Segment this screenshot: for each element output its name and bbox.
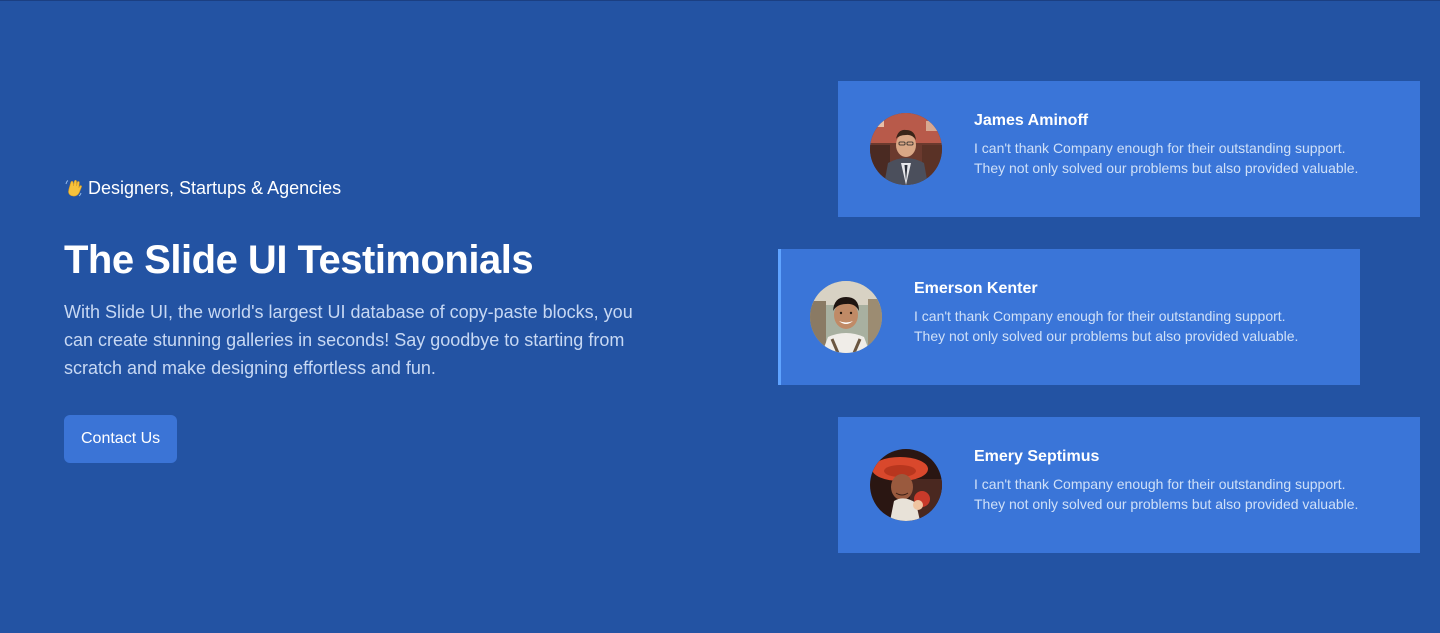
top-border (0, 0, 1440, 1)
eyebrow: Designers, Startups & Agencies (64, 176, 684, 200)
avatar (810, 281, 882, 353)
quote-line: I can't thank Company enough for their o… (974, 140, 1346, 156)
contact-us-button[interactable]: Contact Us (64, 415, 178, 463)
testimonial-quote: I can't thank Company enough for their o… (914, 306, 1334, 346)
testimonial-body: Emerson Kenter I can't thank Company eno… (914, 278, 1334, 346)
testimonial-card-emerson-kenter[interactable]: Emerson Kenter I can't thank Company eno… (778, 249, 1360, 385)
waving-hand-icon (64, 178, 84, 198)
testimonial-card-james-aminoff[interactable]: James Aminoff I can't thank Company enou… (838, 81, 1420, 217)
hero-description: With Slide UI, the world's largest UI da… (64, 302, 633, 378)
testimonial-quote: I can't thank Company enough for their o… (974, 474, 1394, 514)
quote-line: They not only solved our problems but al… (974, 496, 1359, 512)
testimonial-body: James Aminoff I can't thank Company enou… (974, 110, 1394, 178)
testimonial-author: Emerson Kenter (914, 280, 1038, 297)
avatar (870, 113, 942, 185)
testimonial-author: Emery Septimus (974, 448, 1100, 465)
page-title: The Slide UI Testimonials (64, 238, 534, 282)
quote-line: I can't thank Company enough for their o… (914, 308, 1286, 324)
testimonial-author: James Aminoff (974, 112, 1089, 129)
quote-line: They not only solved our problems but al… (914, 328, 1299, 344)
hero-section: Designers, Startups & Agencies The Slide… (64, 176, 684, 463)
testimonial-body: Emery Septimus I can't thank Company eno… (974, 446, 1394, 514)
testimonial-quote: I can't thank Company enough for their o… (974, 138, 1394, 178)
quote-line: They not only solved our problems but al… (974, 160, 1359, 176)
eyebrow-label: Designers, Startups & Agencies (88, 178, 342, 198)
quote-line: I can't thank Company enough for their o… (974, 476, 1346, 492)
avatar (870, 449, 942, 521)
testimonial-card-emery-septimus[interactable]: Emery Septimus I can't thank Company eno… (838, 417, 1420, 553)
